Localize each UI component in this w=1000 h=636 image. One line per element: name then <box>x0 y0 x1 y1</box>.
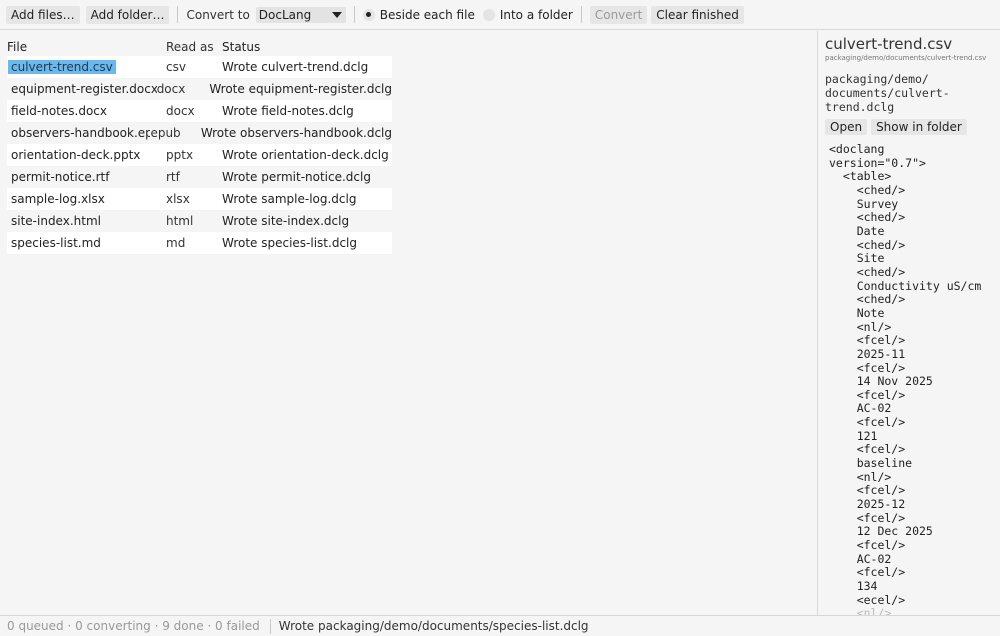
cell-file: culvert-trend.csv <box>7 60 166 74</box>
status-bar: 0 queued · 0 converting · 9 done · 0 fai… <box>0 615 1000 636</box>
file-name: sample-log.xlsx <box>11 192 105 206</box>
preview-code-text: <doclang version="0.7"> <table> <ched/> … <box>829 142 982 607</box>
file-name: orientation-deck.pptx <box>11 148 141 162</box>
cell-file: site-index.html <box>7 214 166 228</box>
table-header: File Read as Status <box>7 37 392 56</box>
table-row[interactable]: sample-log.xlsx xlsx Wrote sample-log.dclg <box>7 188 392 210</box>
table-body: culvert-trend.csv csv Wrote culvert-trend.… <box>7 56 392 254</box>
format-select-value: DocLang <box>258 7 312 22</box>
file-name: species-list.md <box>11 236 101 250</box>
cell-read-as: md <box>166 236 186 250</box>
toolbar-separator <box>580 6 582 23</box>
queue-counts: 0 queued · 0 converting · 9 done · 0 fai… <box>7 619 260 633</box>
radio-into-label: Into a folder <box>499 7 573 22</box>
table-row[interactable]: permit-notice.rtf rtf Wrote permit-notice.… <box>7 166 392 188</box>
cell-read-as: csv <box>166 60 186 74</box>
radio-unchecked-icon <box>482 8 495 21</box>
format-select[interactable]: DocLang <box>255 6 346 23</box>
toolbar-separator <box>177 6 179 23</box>
file-name: field-notes.docx <box>11 104 107 118</box>
cell-status: Wrote equipment-register.dclg <box>209 82 392 96</box>
add-folder-button[interactable]: Add folder… <box>85 5 170 24</box>
show-in-folder-button[interactable]: Show in folder <box>871 119 967 135</box>
cell-read-as: epub <box>150 126 181 140</box>
table-row[interactable]: site-index.html html Wrote site-index.dclg <box>7 210 392 232</box>
file-name: site-index.html <box>11 214 101 228</box>
file-name: permit-notice.rtf <box>11 170 110 184</box>
cell-file: permit-notice.rtf <box>7 170 166 184</box>
cell-status: Wrote culvert-trend.dclg <box>222 60 369 74</box>
preview-title: culvert-trend.csv <box>825 35 953 53</box>
cell-read-as: html <box>166 214 194 228</box>
cell-status: Wrote permit-notice.dclg <box>222 170 371 184</box>
table-row[interactable]: equipment-register.docx docx Wrote equipme… <box>7 78 392 100</box>
cell-file: equipment-register.docx <box>7 82 157 96</box>
cell-file: field-notes.docx <box>7 104 166 118</box>
cell-read-as: docx <box>156 82 186 96</box>
clear-finished-button[interactable]: Clear finished <box>651 5 744 24</box>
preview-code-tail: <nl/> <box>829 606 892 615</box>
convert-button[interactable]: Convert <box>589 5 648 24</box>
preview-actions: Open Show in folder <box>825 119 967 135</box>
cell-status: Wrote species-list.dclg <box>222 236 357 250</box>
table-row[interactable]: species-list.md md Wrote species-list.dclg <box>7 232 392 254</box>
preview-pane: culvert-trend.csv packaging/demo/documen… <box>817 31 1000 615</box>
preview-source-path: packaging/demo/documents/culvert-trend.c… <box>825 54 987 62</box>
column-header-file[interactable]: File <box>7 40 166 54</box>
cell-file: species-list.md <box>7 236 166 250</box>
cell-read-as: pptx <box>166 148 194 162</box>
cell-file: observers-handbook.epub <box>7 126 150 140</box>
table-row[interactable]: culvert-trend.csv csv Wrote culvert-trend.… <box>7 56 392 78</box>
file-table: File Read as Status culvert-trend.csv csv… <box>7 37 392 254</box>
convert-to-label: Convert to <box>186 7 250 22</box>
add-files-button[interactable]: Add files… <box>6 5 80 24</box>
radio-checked-icon <box>362 8 375 21</box>
cell-status: Wrote observers-handbook.dclg <box>200 126 392 140</box>
status-message: Wrote packaging/demo/documents/species-l… <box>278 619 589 633</box>
cell-read-as: rtf <box>166 170 180 184</box>
column-header-status[interactable]: Status <box>222 40 392 54</box>
cell-file: sample-log.xlsx <box>7 192 166 206</box>
file-name: equipment-register.docx <box>11 82 157 96</box>
table-row[interactable]: orientation-deck.pptx pptx Wrote orientati… <box>7 144 392 166</box>
radio-beside-label: Beside each file <box>379 7 475 22</box>
cell-read-as: xlsx <box>166 192 190 206</box>
preview-code[interactable]: <doclang version="0.7"> <table> <ched/> … <box>829 142 999 615</box>
column-header-read-as[interactable]: Read as <box>166 40 222 54</box>
toolbar-separator <box>353 6 355 23</box>
table-row[interactable]: observers-handbook.epubepub Wrote observe… <box>7 122 392 144</box>
open-button[interactable]: Open <box>825 119 868 135</box>
chevron-down-icon <box>331 11 342 18</box>
cell-status: Wrote field-notes.dclg <box>222 104 354 118</box>
status-separator <box>269 618 271 634</box>
cell-read-as: docx <box>166 104 195 118</box>
radio-into-a-folder[interactable]: Into a folder <box>482 7 573 22</box>
cell-status: Wrote orientation-deck.dclg <box>222 148 389 162</box>
radio-beside-each-file[interactable]: Beside each file <box>362 7 475 22</box>
cell-status: Wrote sample-log.dclg <box>222 192 357 206</box>
file-name: culvert-trend.csv <box>8 60 116 74</box>
table-row[interactable]: field-notes.docx docx Wrote field-notes.dc… <box>7 100 392 122</box>
preview-output-path: packaging/demo/ documents/culvert- trend… <box>825 72 950 114</box>
toolbar: Add files… Add folder… Convert to DocLan… <box>0 0 1000 30</box>
cell-status: Wrote site-index.dclg <box>222 214 350 228</box>
cell-file: orientation-deck.pptx <box>7 148 166 162</box>
file-name: observers-handbook.epub <box>11 126 151 140</box>
